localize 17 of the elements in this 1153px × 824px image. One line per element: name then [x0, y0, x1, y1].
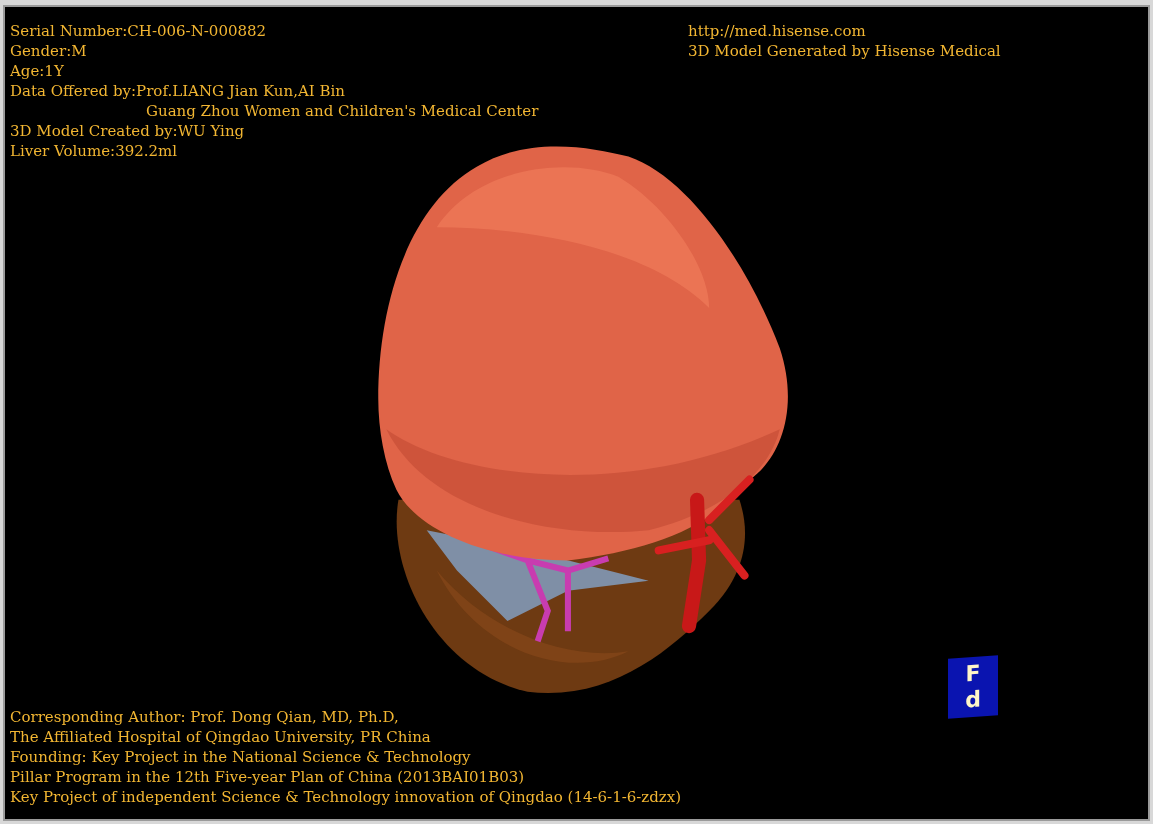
info-text: http://med.hisense.com — [688, 21, 867, 41]
info-text: The Affiliated Hospital of Qingdao University, PR China — [10, 727, 432, 747]
info-text: Guang Zhou Women and Children's Medical Center — [145, 101, 539, 121]
cube-label: d — [965, 686, 981, 714]
info-text: 3D Model Generated by Hisense Medical — [688, 41, 1002, 61]
info-text: Corresponding Author: Prof. Dong Qian, MD, Ph.D, — [10, 707, 400, 727]
info-text: Data Offered by:Prof.LIANG Jian Kun,AI Bin — [10, 81, 346, 101]
cube-label: F — [965, 660, 981, 688]
info-text: 3D Model Created by:WU Ying — [10, 121, 246, 141]
info-text: Age:1Y — [10, 61, 65, 81]
info-text: Key Project of independent Science & Technology innovation of Qingdao (14-6-1-6-zdzx) — [10, 787, 682, 807]
info-text: Liver Volume:392.2ml — [10, 141, 179, 161]
orientation-cube[interactable]: F d — [948, 655, 998, 719]
info-text: Pillar Program in the 12th Five-year Plan of China (2013BAI01B03) — [10, 767, 526, 787]
info-text: Founding: Key Project in the National Science & Technology — [10, 747, 472, 767]
info-text: Serial Number:CH-006-N-000882 — [10, 21, 268, 41]
info-text: Gender:M — [10, 41, 88, 61]
